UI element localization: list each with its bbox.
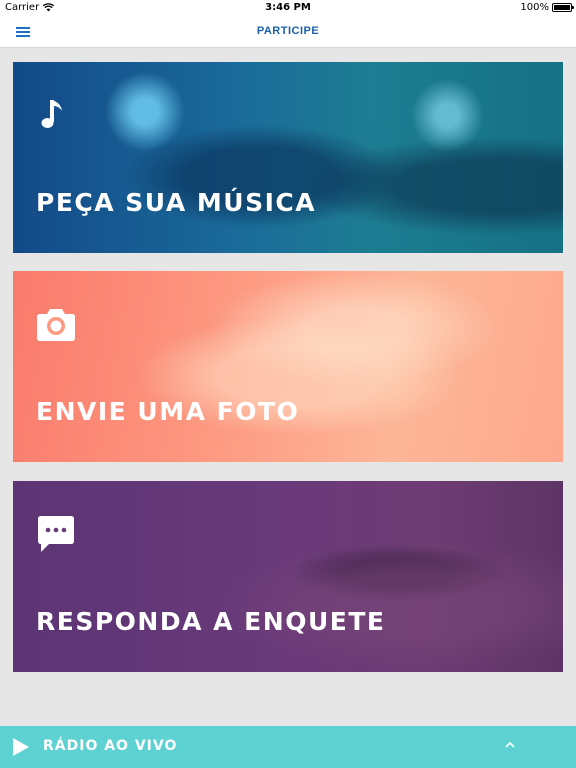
play-icon[interactable] <box>12 737 30 757</box>
status-time: 3:46 PM <box>265 2 311 13</box>
send-photo-card[interactable]: ENVIE UMA FOTO <box>13 271 563 462</box>
chat-bubble-icon <box>38 516 74 552</box>
music-note-icon <box>41 100 62 128</box>
answer-poll-label: RESPONDA A ENQUETE <box>36 607 386 636</box>
page-title: PARTICIPE <box>256 25 320 37</box>
battery-indicator: 100% <box>520 2 574 13</box>
man-headphones-background-image <box>13 481 563 672</box>
navigation-bar: PARTICIPE <box>0 16 576 48</box>
battery-icon <box>552 3 574 12</box>
smiling-woman-background-image <box>13 271 563 462</box>
request-song-label: PEÇA SUA MÚSICA <box>36 188 317 217</box>
concert-background-image <box>13 62 563 253</box>
answer-poll-card[interactable]: RESPONDA A ENQUETE <box>13 481 563 672</box>
live-radio-label: RÁDIO AO VIVO <box>43 738 178 754</box>
status-bar: Carrier 3:46 PM 100% <box>0 0 576 16</box>
battery-percent: 100% <box>520 2 549 13</box>
request-song-card[interactable]: PEÇA SUA MÚSICA <box>13 62 563 253</box>
chevron-up-icon[interactable] <box>503 740 517 750</box>
send-photo-label: ENVIE UMA FOTO <box>36 397 300 426</box>
camera-icon <box>37 309 75 341</box>
live-radio-player-bar[interactable]: RÁDIO AO VIVO <box>0 726 576 768</box>
